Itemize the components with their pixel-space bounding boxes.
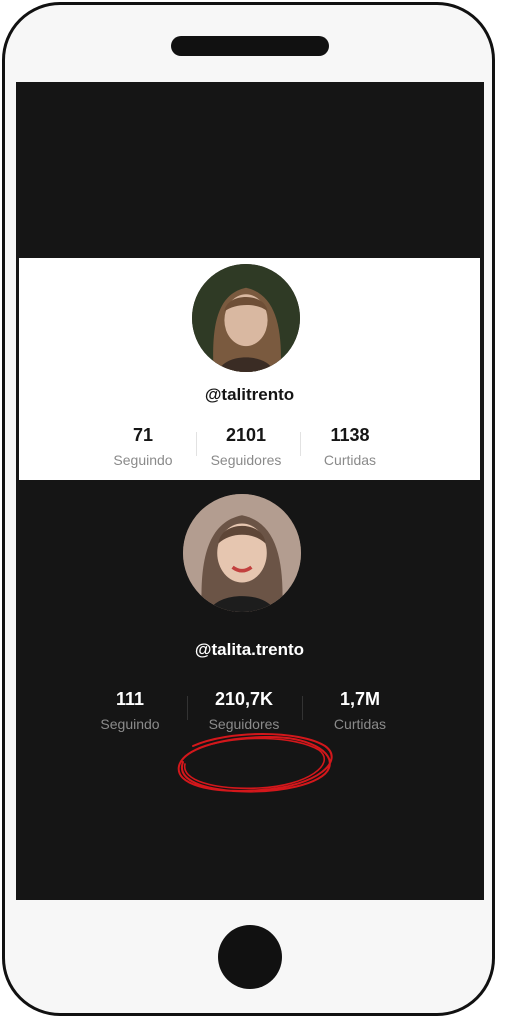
- stat-value: 1138: [330, 425, 370, 445]
- phone-mockup: @talitrento 71 Seguindo 2101 Seguidores …: [0, 0, 506, 1020]
- phone-screen: @talitrento 71 Seguindo 2101 Seguidores …: [16, 82, 484, 900]
- stat-value: 111: [115, 689, 145, 709]
- stat-value: 1,7M: [339, 689, 381, 709]
- stat-followers[interactable]: 210,7K Seguidores: [189, 688, 299, 734]
- stat-value: 71: [132, 425, 154, 445]
- stat-label: Seguindo: [113, 452, 173, 468]
- stat-divider: [302, 696, 303, 720]
- stat-label: Curtidas: [333, 716, 387, 732]
- stat-value: 210,7K: [214, 689, 274, 709]
- profile-card-new: @talita.trento 111 Seguindo 210,7K Segui…: [19, 480, 480, 793]
- stat-divider: [187, 696, 188, 720]
- profile-handle: @talita.trento: [194, 640, 305, 659]
- profile-avatar[interactable]: [192, 264, 300, 372]
- red-hand-drawn-circle-icon: [177, 733, 333, 793]
- profile-stats: 111 Seguindo 210,7K Seguidores 1,7M Curt…: [19, 688, 480, 738]
- avatar-portrait-icon: [183, 494, 301, 612]
- profile-card-old: @talitrento 71 Seguindo 2101 Seguidores …: [19, 258, 480, 480]
- stat-likes[interactable]: 1,7M Curtidas: [305, 688, 415, 734]
- stat-following[interactable]: 111 Seguindo: [75, 688, 185, 734]
- profile-stats: 71 Seguindo 2101 Seguidores 1138 Curtida…: [19, 424, 480, 474]
- stat-followers[interactable]: 2101 Seguidores: [191, 424, 301, 470]
- stat-label: Seguidores: [210, 452, 282, 468]
- stat-value: 2101: [225, 425, 267, 445]
- phone-speaker: [171, 36, 329, 56]
- stat-following[interactable]: 71 Seguindo: [88, 424, 198, 470]
- stat-likes[interactable]: 1138 Curtidas: [295, 424, 405, 470]
- profile-avatar[interactable]: [183, 494, 301, 612]
- stat-label: Seguidores: [208, 716, 280, 732]
- profile-handle: @talitrento: [204, 385, 295, 404]
- stat-label: Curtidas: [323, 452, 377, 468]
- avatar-portrait-icon: [192, 264, 300, 372]
- stat-label: Seguindo: [100, 716, 160, 732]
- home-button[interactable]: [218, 925, 282, 989]
